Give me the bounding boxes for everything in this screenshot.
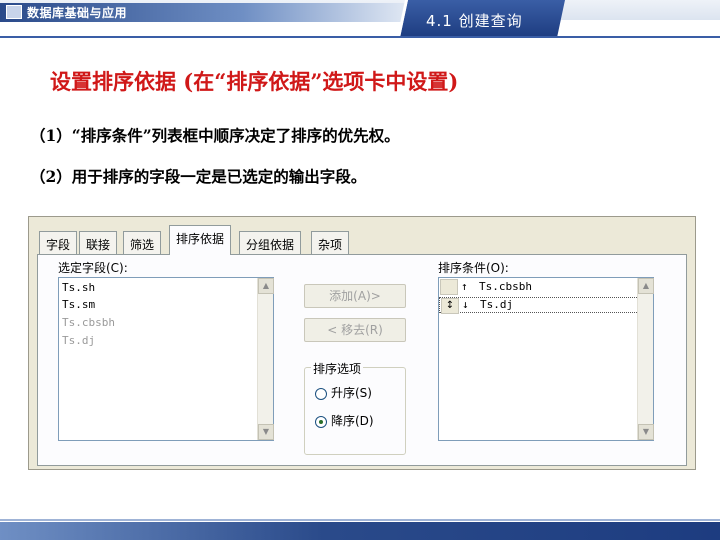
vertical-scrollbar[interactable]: ▲ ▼	[257, 278, 274, 440]
radio-descending-icon[interactable]	[315, 415, 327, 428]
sort-field: Ts.dj	[480, 298, 514, 311]
tab-filter[interactable]: 筛选	[123, 231, 162, 255]
footer-divider	[0, 519, 720, 521]
sort-options-label: 排序选项	[311, 360, 364, 377]
sort-direction-up-icon: ↑	[461, 280, 468, 293]
sort-conditions-label: 排序条件(O):	[438, 261, 509, 275]
vertical-scrollbar[interactable]: ▲ ▼	[637, 278, 654, 440]
scroll-down-icon[interactable]: ▼	[258, 424, 274, 440]
sort-direction-down-icon: ↓	[462, 298, 469, 311]
add-button[interactable]: 添加(A)>	[304, 284, 406, 308]
tab-joins[interactable]: 联接	[79, 231, 118, 255]
bullet-point-2: （2）用于排序的字段一定是已选定的输出字段。	[30, 167, 367, 186]
sort-field: Ts.cbsbh	[479, 280, 532, 293]
descending-label: 降序(D)	[331, 414, 374, 428]
ascending-label: 升序(S)	[331, 386, 372, 400]
sort-condition-row[interactable]: ↕ ↓ Ts.dj	[439, 297, 653, 314]
slide-footer-band	[0, 522, 720, 540]
tab-order-by[interactable]: 排序依据	[169, 225, 232, 255]
header-divider	[0, 36, 720, 38]
tab-misc[interactable]: 杂项	[311, 231, 350, 255]
sort-conditions-list[interactable]: ↑ Ts.cbsbh ↕ ↓ Ts.dj ▲ ▼	[438, 277, 654, 441]
scroll-up-icon[interactable]: ▲	[258, 278, 274, 294]
sort-options-group: 排序选项 升序(S) 降序(D)	[304, 360, 406, 455]
tab-fields[interactable]: 字段	[39, 231, 78, 255]
query-designer-dialog: 字段 联接 筛选 排序依据 分组依据 杂项 选定字段(C): Ts.sh Ts.…	[28, 216, 696, 470]
move-handle-icon[interactable]: ↕	[441, 298, 459, 314]
list-item[interactable]: Ts.cbsbh	[62, 316, 115, 329]
selected-fields-label: 选定字段(C):	[58, 261, 128, 275]
scroll-up-icon[interactable]: ▲	[638, 278, 654, 294]
sort-condition-row[interactable]: ↑ Ts.cbsbh	[439, 279, 653, 295]
order-by-panel: 选定字段(C): Ts.sh Ts.sm Ts.cbsbh Ts.dj ▲ ▼ …	[37, 254, 687, 466]
slide-title: 设置排序依据 (在“排序依据”选项卡中设置)	[50, 69, 459, 94]
descending-option[interactable]: 降序(D)	[315, 412, 374, 429]
ascending-option[interactable]: 升序(S)	[315, 384, 372, 401]
section-title: 4.1 创建查询	[426, 12, 523, 30]
selected-fields-list[interactable]: Ts.sh Ts.sm Ts.cbsbh Ts.dj ▲ ▼	[58, 277, 274, 441]
scroll-down-icon[interactable]: ▼	[638, 424, 654, 440]
slide-header: 数据库基础与应用 4.1 创建查询	[0, 0, 720, 38]
tab-group-by[interactable]: 分组依据	[239, 231, 302, 255]
list-item[interactable]: Ts.dj	[62, 334, 95, 347]
course-logo-icon	[6, 5, 22, 19]
list-item[interactable]: Ts.sm	[62, 298, 95, 311]
radio-ascending-icon[interactable]	[315, 387, 327, 400]
row-handle[interactable]	[440, 279, 458, 295]
course-title: 数据库基础与应用	[27, 6, 128, 20]
bullet-point-1: （1）“排序条件”列表框中顺序决定了排序的优先权。	[30, 126, 400, 145]
remove-button[interactable]: < 移去(R)	[304, 318, 406, 342]
list-item[interactable]: Ts.sh	[62, 281, 95, 294]
